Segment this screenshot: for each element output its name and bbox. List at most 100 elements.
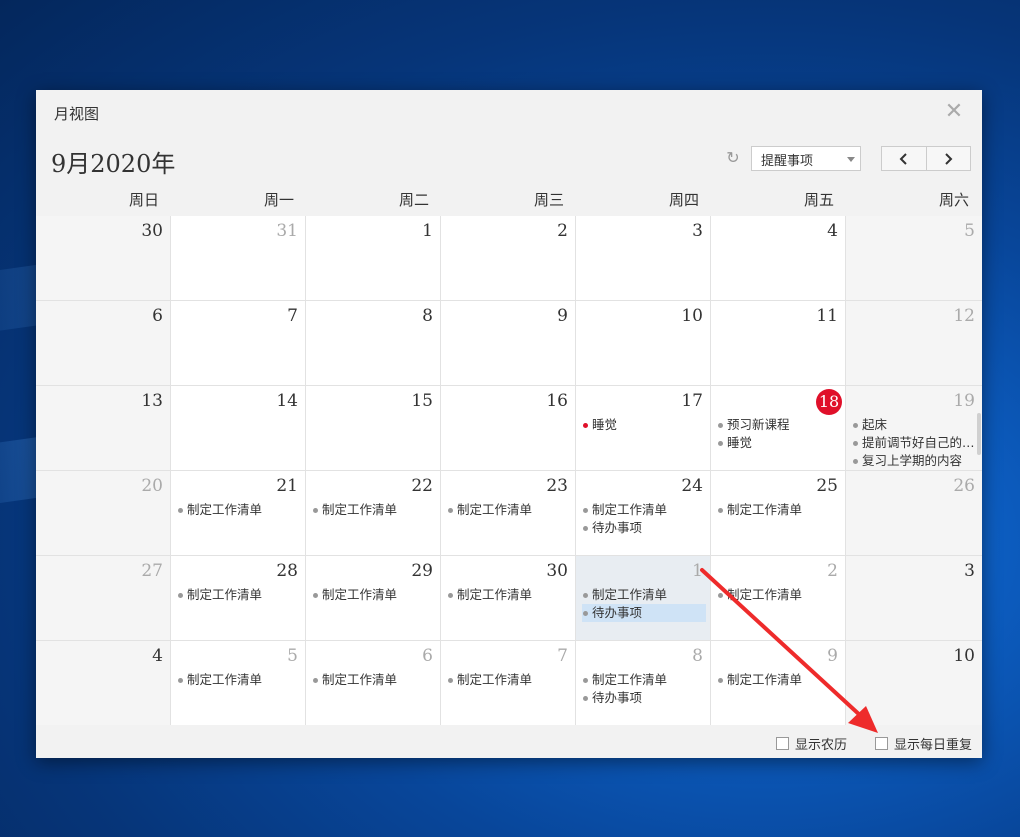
- close-icon[interactable]: ✕: [942, 100, 966, 124]
- day-cell[interactable]: 3: [846, 556, 982, 641]
- day-cell[interactable]: 1: [306, 216, 441, 301]
- month-nav: [881, 146, 971, 171]
- event-item[interactable]: 制定工作清单: [177, 671, 301, 689]
- day-cell[interactable]: 9 制定工作清单: [711, 641, 846, 726]
- checkbox-box[interactable]: [776, 737, 789, 750]
- day-cell[interactable]: 9: [441, 301, 576, 386]
- day-cell[interactable]: 2: [441, 216, 576, 301]
- event-list: 制定工作清单: [177, 501, 301, 519]
- prev-month-button[interactable]: [882, 147, 926, 170]
- event-item[interactable]: 制定工作清单: [447, 501, 571, 519]
- event-item[interactable]: 制定工作清单: [177, 501, 301, 519]
- event-item[interactable]: 提前调节好自己的…: [852, 434, 978, 452]
- day-cell[interactable]: 11: [711, 301, 846, 386]
- event-item[interactable]: 待办事项: [582, 519, 706, 537]
- day-number: 6: [422, 646, 433, 666]
- day-cell[interactable]: 8: [306, 301, 441, 386]
- day-cell[interactable]: 23 制定工作清单: [441, 471, 576, 556]
- reminder-filter-select[interactable]: 提醒事项: [751, 146, 861, 171]
- day-number: 2: [827, 561, 838, 581]
- day-cell[interactable]: 5: [846, 216, 982, 301]
- day-cell[interactable]: 8 制定工作清单 待办事项: [576, 641, 711, 726]
- event-item[interactable]: 制定工作清单: [582, 501, 706, 519]
- day-cell[interactable]: 18 预习新课程 睡觉: [711, 386, 846, 471]
- day-number: 27: [141, 561, 163, 581]
- day-cell[interactable]: 6: [36, 301, 171, 386]
- day-cell[interactable]: 15: [306, 386, 441, 471]
- day-cell[interactable]: 24 制定工作清单 待办事项: [576, 471, 711, 556]
- weekday-label: 周日: [128, 191, 159, 209]
- day-cell[interactable]: 20: [36, 471, 171, 556]
- day-cell[interactable]: 30 制定工作清单: [441, 556, 576, 641]
- day-cell[interactable]: 21 制定工作清单: [171, 471, 306, 556]
- day-cell[interactable]: 4: [711, 216, 846, 301]
- day-cell[interactable]: 25 制定工作清单: [711, 471, 846, 556]
- event-list: 起床 提前调节好自己的… 复习上学期的内容: [852, 416, 978, 470]
- day-number: 21: [276, 476, 298, 496]
- event-item[interactable]: 制定工作清单: [582, 586, 706, 604]
- event-list: 制定工作清单 待办事项: [582, 671, 706, 707]
- day-cell[interactable]: 17 睡觉: [576, 386, 711, 471]
- event-item[interactable]: 制定工作清单: [717, 586, 841, 604]
- checkbox-box[interactable]: [875, 737, 888, 750]
- event-item[interactable]: 待办事项: [582, 689, 706, 707]
- event-item[interactable]: 制定工作清单: [312, 501, 436, 519]
- event-item[interactable]: 待办事项: [582, 604, 706, 622]
- day-number: 29: [411, 561, 433, 581]
- day-cell[interactable]: 5 制定工作清单: [171, 641, 306, 726]
- day-cell[interactable]: 30: [36, 216, 171, 301]
- day-cell[interactable]: 19 起床 提前调节好自己的… 复习上学期的内容: [846, 386, 982, 471]
- show-lunar-checkbox[interactable]: 显示农历: [776, 734, 847, 753]
- day-cell[interactable]: 4: [36, 641, 171, 726]
- event-item[interactable]: 预习新课程: [717, 416, 841, 434]
- weekday-label: 周六: [938, 191, 969, 209]
- day-number: 20: [141, 476, 163, 496]
- refresh-icon[interactable]: ↻: [724, 149, 742, 167]
- day-cell[interactable]: 6 制定工作清单: [306, 641, 441, 726]
- event-item[interactable]: 制定工作清单: [177, 586, 301, 604]
- event-list: 制定工作清单: [717, 586, 841, 604]
- show-daily-repeat-checkbox[interactable]: 显示每日重复: [875, 734, 972, 753]
- day-cell[interactable]: 22 制定工作清单: [306, 471, 441, 556]
- day-cell[interactable]: 14: [171, 386, 306, 471]
- day-cell[interactable]: 31: [171, 216, 306, 301]
- chevron-down-icon: [847, 157, 855, 162]
- day-cell[interactable]: 10: [576, 301, 711, 386]
- today-badge: 18: [816, 389, 842, 415]
- day-cell[interactable]: 7: [171, 301, 306, 386]
- cell-scrollbar[interactable]: [977, 413, 981, 455]
- day-cell[interactable]: 27: [36, 556, 171, 641]
- event-item[interactable]: 睡觉: [582, 416, 706, 434]
- day-cell[interactable]: 12: [846, 301, 982, 386]
- day-cell[interactable]: 2 制定工作清单: [711, 556, 846, 641]
- day-number: 2: [557, 221, 568, 241]
- day-cell[interactable]: 1 制定工作清单 待办事项: [576, 556, 711, 641]
- day-number: 3: [692, 221, 703, 241]
- day-number: 22: [411, 476, 433, 496]
- event-item[interactable]: 睡觉: [717, 434, 841, 452]
- day-number: 3: [964, 561, 975, 581]
- day-cell[interactable]: 26: [846, 471, 982, 556]
- event-item[interactable]: 制定工作清单: [447, 671, 571, 689]
- day-number: 6: [152, 306, 163, 326]
- next-month-button[interactable]: [925, 147, 971, 170]
- day-cell[interactable]: 13: [36, 386, 171, 471]
- day-cell[interactable]: 16: [441, 386, 576, 471]
- event-item[interactable]: 制定工作清单: [312, 586, 436, 604]
- day-number: 30: [546, 561, 568, 581]
- event-item[interactable]: 制定工作清单: [717, 501, 841, 519]
- month-title: 9月2020年: [51, 150, 176, 178]
- event-item[interactable]: 复习上学期的内容: [852, 452, 978, 470]
- day-cell[interactable]: 28 制定工作清单: [171, 556, 306, 641]
- event-item[interactable]: 制定工作清单: [717, 671, 841, 689]
- show-daily-repeat-label: 显示每日重复: [894, 738, 973, 753]
- event-item[interactable]: 制定工作清单: [582, 671, 706, 689]
- day-cell[interactable]: 29 制定工作清单: [306, 556, 441, 641]
- day-cell[interactable]: 7 制定工作清单: [441, 641, 576, 726]
- event-item[interactable]: 起床: [852, 416, 978, 434]
- day-cell[interactable]: 3: [576, 216, 711, 301]
- day-cell[interactable]: 10: [846, 641, 982, 726]
- event-item[interactable]: 制定工作清单: [447, 586, 571, 604]
- event-list: 制定工作清单: [312, 586, 436, 604]
- event-item[interactable]: 制定工作清单: [312, 671, 436, 689]
